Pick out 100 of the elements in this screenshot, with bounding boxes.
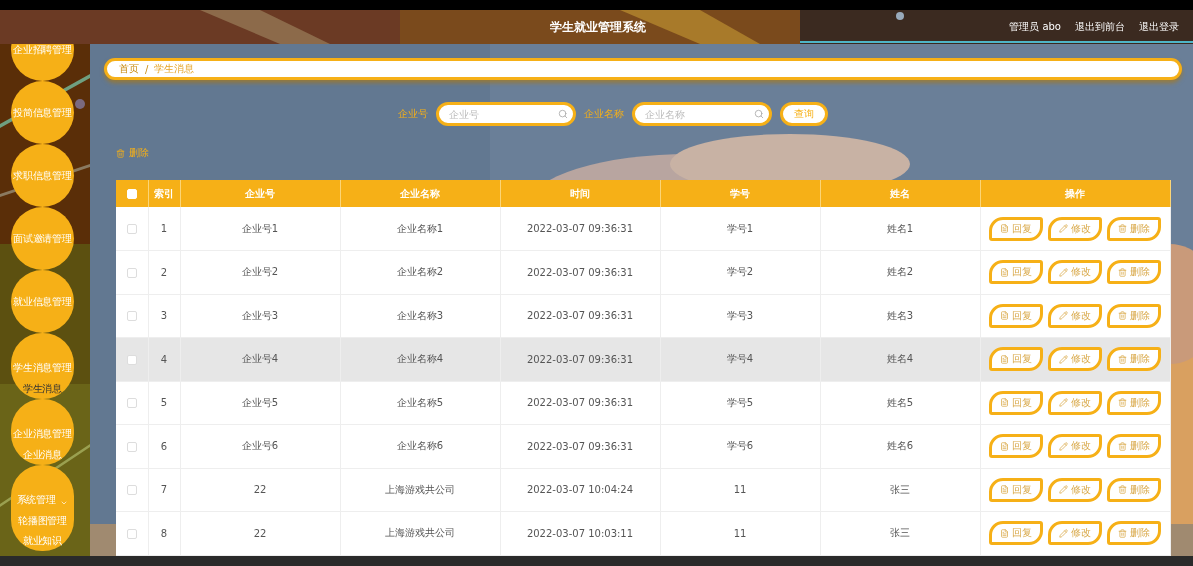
action-button[interactable]: 回复	[989, 390, 1043, 415]
field-label: 企业名称	[584, 107, 624, 121]
action-button[interactable]: 回复	[989, 303, 1043, 328]
select-all-checkbox[interactable]	[126, 189, 137, 199]
table-cell: 企业号4	[180, 337, 340, 381]
pencil-icon	[1059, 528, 1068, 538]
action-button[interactable]: 回复	[989, 434, 1043, 459]
table-cell: 企业名称5	[340, 381, 500, 425]
table-cell: 1	[148, 207, 180, 251]
row-checkbox[interactable]	[126, 398, 137, 409]
pencil-icon	[1059, 485, 1068, 495]
table-cell: 姓名3	[820, 294, 980, 338]
pencil-icon	[1059, 224, 1068, 233]
table-cell: 企业名称4	[340, 337, 500, 381]
query-button[interactable]: 查询	[780, 102, 828, 126]
search-icon	[754, 109, 764, 119]
column-header: 姓名	[820, 180, 980, 207]
column-header: 学号	[660, 180, 820, 207]
document-icon	[1000, 354, 1009, 364]
table-cell: 22	[180, 511, 340, 555]
trash-icon	[1118, 354, 1127, 364]
row-checkbox[interactable]	[126, 311, 137, 322]
row-checkbox[interactable]	[126, 354, 137, 365]
document-icon	[1000, 224, 1009, 233]
action-button[interactable]: 修改	[1048, 434, 1102, 459]
search-field[interactable]: 企业号	[436, 102, 576, 126]
action-button[interactable]: 删除	[1107, 260, 1161, 285]
column-header: 索引	[148, 180, 180, 207]
action-button[interactable]: 删除	[1107, 347, 1161, 372]
row-checkbox[interactable]	[126, 224, 137, 234]
breadcrumb-link[interactable]: 首页	[119, 62, 139, 76]
action-button[interactable]: 修改	[1048, 521, 1102, 546]
trash-icon	[1118, 311, 1127, 321]
column-header: 操作	[980, 180, 1170, 207]
trash-icon	[1118, 441, 1127, 451]
trash-icon	[1118, 267, 1127, 277]
table-cell: 学号6	[660, 424, 820, 468]
field-label: 企业号	[398, 107, 428, 121]
action-button[interactable]: 回复	[989, 216, 1043, 241]
action-button[interactable]: 删除	[1107, 303, 1161, 328]
table-cell: 姓名1	[820, 207, 980, 251]
table-cell: 姓名5	[820, 381, 980, 425]
action-button[interactable]: 修改	[1048, 303, 1102, 328]
row-checkbox[interactable]	[126, 485, 137, 496]
column-header: 企业名称	[340, 180, 500, 207]
pencil-icon	[1059, 398, 1068, 408]
table-cell: 企业名称3	[340, 294, 500, 338]
table-cell: 2022-03-07 10:04:24	[500, 468, 660, 512]
action-button[interactable]: 删除	[1107, 434, 1161, 459]
table-cell: 企业名称6	[340, 424, 500, 468]
action-button[interactable]: 修改	[1048, 390, 1102, 415]
table-cell: 姓名2	[820, 250, 980, 294]
table-cell: 张三	[820, 468, 980, 512]
table-cell: 企业名称1	[340, 207, 500, 251]
table-cell: 企业号1	[180, 207, 340, 251]
row-checkbox[interactable]	[126, 528, 137, 539]
trash-icon	[1118, 485, 1127, 495]
pencil-icon	[1059, 267, 1068, 277]
table-cell: 2022-03-07 10:03:11	[500, 511, 660, 555]
table-cell: 上海游戏共公司	[340, 468, 500, 512]
table-cell: 22	[180, 468, 340, 512]
trash-icon	[1118, 224, 1127, 233]
action-button[interactable]: 删除	[1107, 477, 1161, 502]
action-button[interactable]: 删除	[1107, 390, 1161, 415]
delete-link[interactable]: 删除	[116, 146, 149, 160]
breadcrumb-separator: /	[145, 63, 149, 75]
action-button[interactable]: 修改	[1048, 216, 1102, 241]
action-button[interactable]: 回复	[989, 521, 1043, 546]
table-cell: 学号1	[660, 207, 820, 251]
document-icon	[1000, 485, 1009, 495]
table-cell: 2022-03-07 09:36:31	[500, 381, 660, 425]
action-button[interactable]: 修改	[1048, 477, 1102, 502]
action-button[interactable]: 修改	[1048, 260, 1102, 285]
document-icon	[1000, 311, 1009, 321]
pencil-icon	[1059, 311, 1068, 321]
trash-icon	[116, 148, 125, 158]
breadcrumb-link[interactable]: 学生消息	[154, 62, 195, 76]
table-cell: 上海游戏共公司	[340, 511, 500, 555]
document-icon	[1000, 398, 1009, 408]
column-header: 时间	[500, 180, 660, 207]
table-cell: 企业号2	[180, 250, 340, 294]
document-icon	[1000, 267, 1009, 277]
action-button[interactable]: 删除	[1107, 521, 1161, 546]
row-checkbox[interactable]	[126, 441, 137, 452]
table-cell: 学号5	[660, 381, 820, 425]
table-cell: 姓名4	[820, 337, 980, 381]
table-cell: 企业号3	[180, 294, 340, 338]
action-button[interactable]: 回复	[989, 477, 1043, 502]
table-cell: 姓名6	[820, 424, 980, 468]
search-field[interactable]: 企业名称	[632, 102, 772, 126]
row-checkbox[interactable]	[126, 267, 137, 278]
action-button[interactable]: 回复	[989, 347, 1043, 372]
document-icon	[1000, 441, 1009, 451]
action-button[interactable]: 删除	[1107, 216, 1161, 241]
action-button[interactable]: 回复	[989, 260, 1043, 285]
table-cell: 企业名称2	[340, 250, 500, 294]
table-cell: 2022-03-07 09:36:31	[500, 424, 660, 468]
table-cell: 企业号5	[180, 381, 340, 425]
action-button[interactable]: 修改	[1048, 347, 1102, 372]
table-cell: 2022-03-07 09:36:31	[500, 250, 660, 294]
